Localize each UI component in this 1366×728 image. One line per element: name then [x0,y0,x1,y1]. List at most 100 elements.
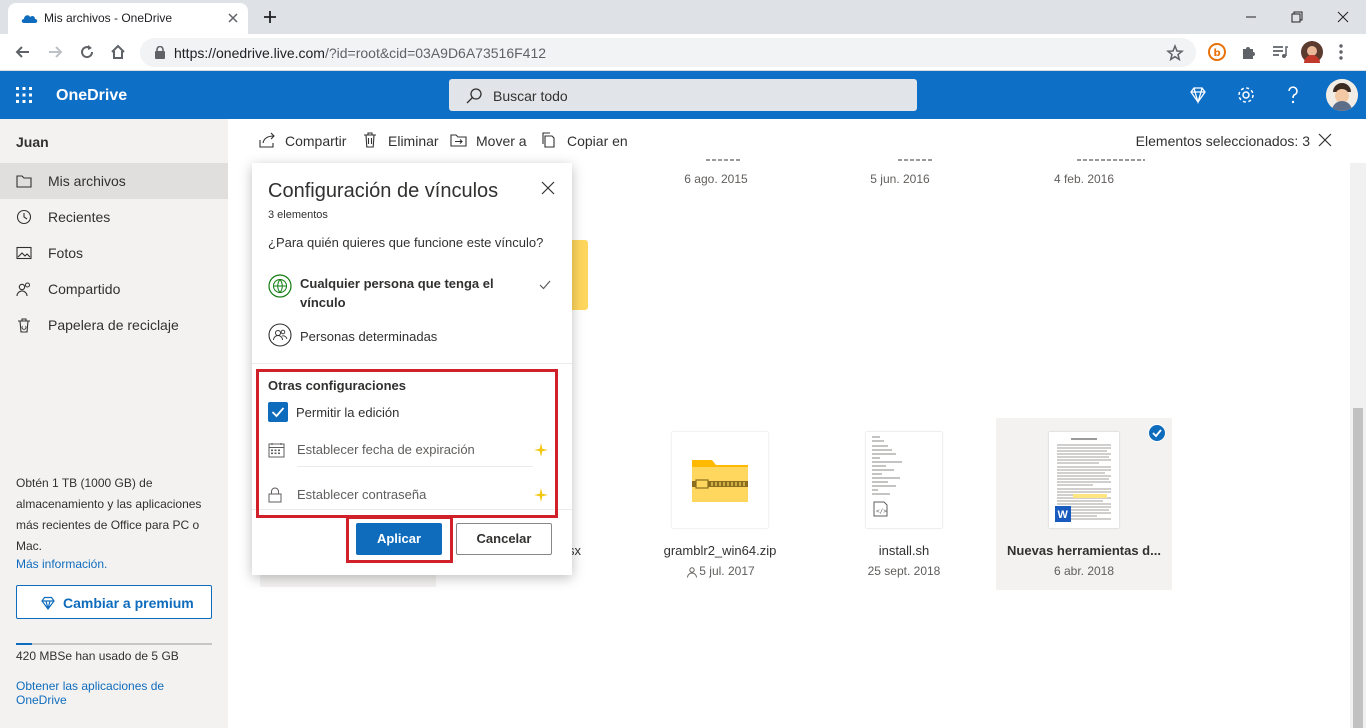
dialog-close-icon[interactable] [541,181,555,195]
file-tile-zip[interactable]: gramblr2_win64.zip 5 jul. 2017 [632,418,808,590]
search-placeholder: Buscar todo [493,88,568,104]
item-count: 3 elementos [268,209,328,221]
option-specific-people[interactable]: Personas determinadas [268,323,556,347]
trash-icon [362,132,378,148]
extension-b-icon[interactable]: b [1208,43,1226,61]
browser-tab[interactable]: Mis archivos - OneDrive [8,3,248,34]
back-icon[interactable] [14,43,32,61]
folder-icon [16,173,32,189]
forward-icon[interactable] [46,43,64,61]
search-icon [465,87,483,105]
sidebar-item-label: Papelera de reciclaje [48,317,179,333]
annotation-highlight-apply [346,516,453,563]
storage-usage-bar [16,643,212,645]
selected-checkmark-icon[interactable] [1148,424,1166,442]
svg-text:W: W [1058,509,1069,521]
annotation-highlight-other-settings [256,369,558,518]
brand-name[interactable]: OneDrive [56,87,127,105]
address-bar[interactable]: https://onedrive.live.com/?id=root&cid=0… [140,38,1196,67]
tab-title: Mis archivos - OneDrive [44,11,173,25]
file-name-cut [636,156,812,166]
divider [252,363,572,364]
premium-diamond-icon[interactable] [1188,85,1208,105]
file-tile-word-selected[interactable]: W Nuevas herramientas d... 6 abr. 2018 [996,418,1172,590]
file-name-cut [828,156,1004,166]
share-icon [259,132,277,148]
onedrive-cloud-icon [20,11,38,25]
left-navigation: Juan Mis archivos Recientes Fotos Compar… [0,119,228,728]
sidebar-item-photos[interactable]: Fotos [0,235,228,271]
people-icon [268,323,292,347]
help-icon[interactable] [1285,85,1301,105]
diamond-icon [40,595,56,611]
dialog-title: Configuración de vínculos [268,180,499,202]
file-date-text: 5 jul. 2017 [699,564,755,578]
settings-gear-icon[interactable] [1236,85,1256,105]
sidebar-item-recycle-bin[interactable]: Papelera de reciclaje [0,307,228,343]
user-name: Juan [16,134,49,150]
sidebar-item-my-files[interactable]: Mis archivos [0,163,228,199]
app-launcher-icon[interactable] [15,86,33,104]
new-tab-icon[interactable] [262,9,278,25]
file-date: 6 ago. 2015 [684,172,748,186]
bookmark-star-icon[interactable] [1166,44,1184,62]
url-host: https://onedrive.live.com [174,45,325,61]
url-path: /?id=root&cid=03A9D6A73516F412 [324,45,547,61]
selected-option-check-icon [539,280,551,290]
folder-thumbnail-partial[interactable] [572,240,588,310]
script-document-icon: </> [866,432,942,528]
cancel-button[interactable]: Cancelar [456,523,552,555]
more-info-link[interactable]: Más información. [16,557,107,571]
copy-icon [541,132,557,148]
clear-selection-icon[interactable] [1318,133,1332,147]
get-apps-link[interactable]: Obtener las aplicaciones de OneDrive [16,679,196,707]
user-avatar[interactable] [1326,79,1358,111]
sidebar-item-label: Fotos [48,245,84,261]
move-folder-icon [450,132,468,148]
copy-to-label: Copiar en [567,133,628,149]
people-icon [16,281,32,297]
file-date: 5 jun. 2016 [870,172,930,186]
minimize-icon[interactable] [1244,10,1258,24]
globe-icon [268,274,292,298]
option-anyone-label: Cualquier persona que tenga el vínculo [300,276,494,310]
home-icon[interactable] [109,43,127,61]
profile-avatar-icon[interactable] [1301,41,1323,63]
file-name: gramblr2_win64.zip [663,543,777,558]
file-name: install.sh [878,543,930,558]
upgrade-premium-button[interactable]: Cambiar a premium [16,585,212,619]
file-date: 6 abr. 2018 [1053,564,1115,578]
file-tile-script[interactable]: </> install.sh 25 sept. 2018 [816,418,992,590]
upgrade-premium-label: Cambiar a premium [63,595,194,611]
browser-toolbar: https://onedrive.live.com/?id=root&cid=0… [0,34,1366,71]
extensions-puzzle-icon[interactable] [1240,43,1258,61]
tab-close-icon[interactable] [226,11,240,25]
storage-promo-text: Obtén 1 TB (1000 GB) de almacenamiento y… [16,476,202,553]
sidebar-item-shared[interactable]: Compartido [0,271,228,307]
trash-icon [16,317,32,333]
share-label: Compartir [285,133,347,149]
svg-text:</>: </> [876,508,887,515]
restore-icon[interactable] [1290,10,1304,24]
storage-usage-fill [16,643,33,645]
move-to-label: Mover a [476,133,527,149]
file-date: 4 feb. 2016 [1053,172,1115,186]
media-queue-icon[interactable] [1271,43,1289,61]
sidebar-item-recent[interactable]: Recientes [0,199,228,235]
clock-icon [16,209,32,225]
chrome-menu-icon[interactable] [1338,43,1344,61]
audience-question: ¿Para quién quieres que funcione este ví… [268,235,544,250]
tile-selected-partial[interactable] [260,575,436,587]
scrollbar-thumb[interactable] [1353,408,1363,728]
reload-icon[interactable] [78,43,96,61]
file-date: 5 jul. 2017 [632,564,808,578]
sidebar-item-label: Compartido [48,281,121,297]
file-date: 25 sept. 2018 [867,564,941,578]
storage-usage-text: 420 MBSe han usado de 5 GB [16,649,179,663]
search-input[interactable]: Buscar todo [449,79,917,111]
lock-icon[interactable] [154,46,166,59]
vertical-scrollbar[interactable] [1350,163,1366,728]
window-close-icon[interactable] [1336,10,1350,24]
zip-folder-icon [672,432,768,528]
option-anyone-with-link[interactable]: Cualquier persona que tenga el vínculo [268,274,556,314]
